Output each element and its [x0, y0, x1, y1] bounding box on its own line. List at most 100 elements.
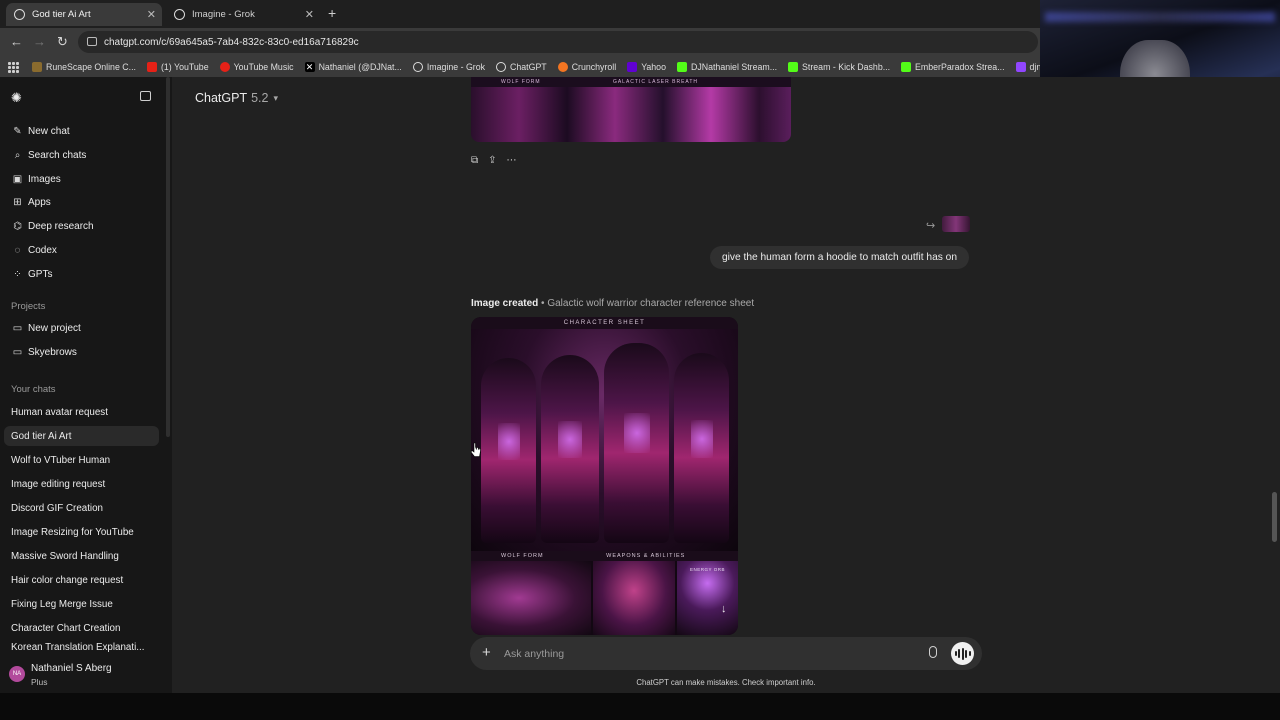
reload-icon[interactable]: ↻ [57, 34, 68, 50]
letterbox-bar [0, 693, 1280, 720]
generated-character-sheet-image[interactable]: CHARACTER SHEET WOLF FORM WEAPONS & ABIL… [471, 317, 738, 635]
sidebar-item-label: Apps [28, 197, 51, 208]
sidebar-item-deep-research[interactable]: ⌬ Deep research [11, 221, 93, 232]
bookmark-yahoo[interactable]: Yahoo [627, 61, 666, 72]
image-created-separator: • [541, 298, 545, 309]
x-icon: ✕ [304, 61, 315, 72]
share-icon[interactable]: ⇪ [488, 155, 496, 166]
bookmark-label: YouTube Music [233, 61, 294, 72]
bookmark-label: EmberParadox Strea... [915, 61, 1005, 72]
bookmark-chatgpt[interactable]: ChatGPT [496, 61, 547, 72]
bookmark-runescape[interactable]: RuneScape Online C... [32, 61, 136, 72]
your-chats-heading: Your chats [11, 384, 56, 395]
back-icon[interactable]: ← [10, 34, 23, 49]
bookmark-grok[interactable]: Imagine - Grok [412, 61, 485, 72]
chat-item-active[interactable]: God tier Ai Art [4, 426, 159, 446]
section-label: WEAPONS & ABILITIES [606, 553, 686, 559]
user-name: Nathaniel S Aberg [31, 663, 112, 674]
chat-item[interactable]: Image editing request [4, 474, 159, 494]
gpts-icon: ⁘ [13, 269, 22, 280]
new-tab-icon[interactable]: + [328, 5, 336, 21]
crunchyroll-icon [557, 61, 568, 72]
close-sidebar-icon[interactable] [140, 91, 151, 101]
scroll-down-icon[interactable]: ↓ [721, 603, 727, 615]
sidebar-scrollbar[interactable] [166, 77, 170, 437]
sidebar-item-new-chat[interactable]: ✎ New chat [11, 126, 69, 137]
chat-item[interactable]: Character Chart Creation [4, 618, 159, 638]
chat-item[interactable]: Massive Sword Handling [4, 546, 159, 566]
forward-icon[interactable]: → [33, 34, 46, 49]
grok-icon [412, 61, 423, 72]
chat-item[interactable]: Hair color change request [4, 570, 159, 590]
sidebar-item-label: New project [28, 323, 81, 334]
user-account-menu[interactable]: NA Nathaniel S Aberg Plus [0, 652, 172, 693]
kick-icon [676, 61, 687, 72]
chatgpt-icon [496, 61, 507, 72]
chat-item[interactable]: Korean Translation Explanati... [4, 642, 159, 652]
bookmark-label: (1) YouTube [160, 61, 209, 72]
tab-god-tier-ai-art[interactable]: God tier Ai Art ✕ [6, 3, 162, 26]
previous-generated-image[interactable]: WOLF FORM GALACTIC LASER BREATH [471, 77, 791, 142]
reply-arrow-icon: ↪ [926, 220, 936, 232]
url-text: chatgpt.com/c/69a645a5-7ab4-832c-83c0-ed… [104, 36, 359, 48]
more-options-icon[interactable]: ⋯ [507, 155, 517, 166]
site-info-icon[interactable] [87, 37, 97, 46]
model-selector[interactable]: ChatGPT 5.2 ▾ [195, 91, 278, 105]
search-icon: ⌕ [14, 150, 21, 161]
energy-orb-label: ENERGY ORB [690, 567, 725, 572]
bookmark-kick-dashboard[interactable]: Stream - Kick Dashb... [788, 61, 890, 72]
message-actions: ⧉ ⇪ ⋯ [471, 155, 517, 166]
bookmark-label: Yahoo [641, 61, 666, 72]
character-figure [604, 343, 669, 543]
tab-title: God tier Ai Art [32, 9, 91, 20]
avatar: NA [9, 666, 25, 682]
bookmark-djnathaniel-stream[interactable]: DJNathaniel Stream... [676, 61, 777, 72]
close-tab-icon[interactable]: ✕ [147, 8, 156, 21]
model-name: ChatGPT [195, 91, 248, 105]
weapons-panel [593, 561, 675, 635]
apps-grid-icon[interactable] [8, 61, 19, 73]
chat-item[interactable]: Human avatar request [4, 402, 159, 422]
background-lights [1045, 12, 1275, 22]
sidebar-item-gpts[interactable]: ⁘ GPTs [11, 269, 52, 280]
sidebar-item-codex[interactable]: ◌ Codex [11, 245, 57, 256]
chatgpt-favicon-icon [14, 9, 25, 20]
user-plan: Plus [31, 677, 48, 687]
close-tab-icon[interactable]: ✕ [305, 8, 314, 21]
sidebar-item-apps[interactable]: ⊞ Apps [11, 197, 51, 208]
bookmark-youtube-music[interactable]: YouTube Music [219, 61, 294, 72]
chat-item[interactable]: Discord GIF Creation [4, 498, 159, 518]
tab-imagine-grok[interactable]: Imagine - Grok ✕ [166, 3, 320, 26]
kick-icon [788, 61, 799, 72]
sidebar-item-skyebrows[interactable]: ▭ Skyebrows [11, 347, 77, 358]
bookmark-x[interactable]: ✕ Nathaniel (@DJNat... [304, 61, 402, 72]
conversation-scrollbar[interactable] [1272, 492, 1277, 542]
voice-mode-button[interactable] [951, 642, 974, 665]
add-attachment-icon[interactable]: + [482, 644, 491, 661]
chat-item[interactable]: Fixing Leg Merge Issue [4, 594, 159, 614]
bookmark-label: ChatGPT [510, 61, 547, 72]
projects-heading: Projects [11, 301, 46, 312]
sidebar-item-search-chats[interactable]: ⌕ Search chats [11, 150, 87, 161]
bookmark-twitch[interactable]: djnathanielrs3 - Twit... [1015, 61, 1040, 72]
character-figure [481, 358, 536, 543]
sidebar-item-images[interactable]: ▣ Images [11, 174, 61, 185]
microphone-icon[interactable] [929, 646, 937, 658]
bookmark-emberparadox[interactable]: EmberParadox Strea... [901, 61, 1005, 72]
prompt-input[interactable] [504, 645, 884, 662]
chat-item[interactable]: Wolf to VTuber Human [4, 450, 159, 470]
mouse-cursor-icon [470, 442, 481, 457]
referenced-image-thumbnail[interactable] [942, 216, 970, 232]
chevron-down-icon: ▾ [273, 92, 279, 103]
tab-title: Imagine - Grok [192, 9, 255, 20]
bookmark-crunchyroll[interactable]: Crunchyroll [557, 61, 616, 72]
bookmark-label: djnathanielrs3 - Twit... [1029, 61, 1040, 72]
openai-logo-icon[interactable]: ✺ [11, 90, 22, 106]
address-bar[interactable]: chatgpt.com/c/69a645a5-7ab4-832c-83c0-ed… [78, 31, 1038, 53]
bookmark-youtube[interactable]: (1) YouTube [146, 61, 209, 72]
copy-icon[interactable]: ⧉ [471, 155, 478, 166]
new-chat-icon: ✎ [13, 126, 22, 137]
chat-item[interactable]: Image Resizing for YouTube [4, 522, 159, 542]
sidebar-item-new-project[interactable]: ▭ New project [11, 323, 81, 334]
runescape-icon [32, 61, 42, 72]
